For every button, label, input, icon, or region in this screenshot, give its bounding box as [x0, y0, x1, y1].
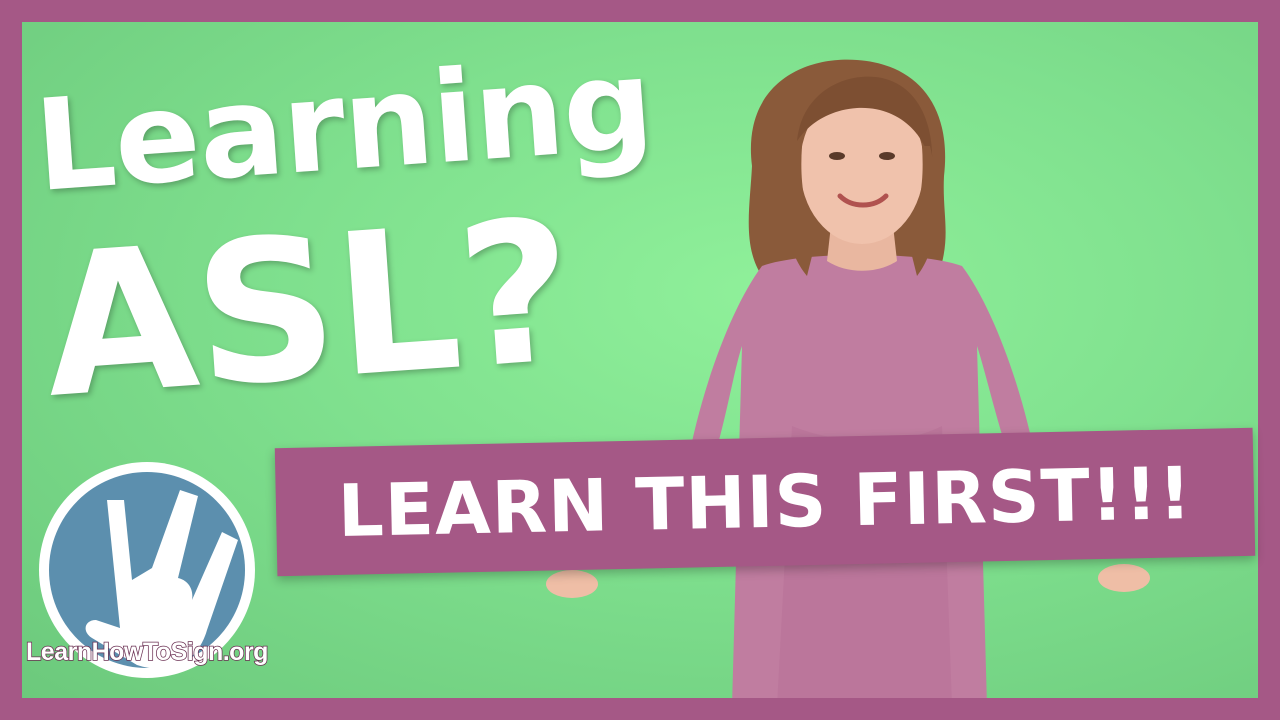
logo-text: LearnHowToSign.org — [25, 637, 269, 667]
banner-text: LEARN THIS FIRST!!! — [336, 451, 1194, 553]
site-logo: LearnHowToSign.org — [12, 460, 282, 700]
thumbnail-frame: Learning ASL? LEARN THIS FIRST!!! LearnH… — [0, 0, 1280, 720]
headline-line-2: ASL? — [37, 177, 580, 442]
learn-first-banner: LEARN THIS FIRST!!! — [274, 427, 1256, 577]
